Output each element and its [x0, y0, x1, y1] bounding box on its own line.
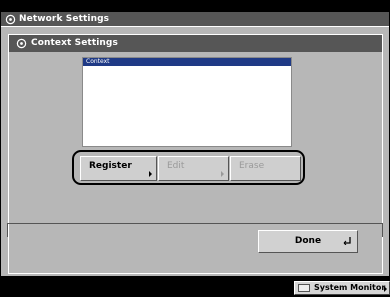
arrow-right-icon [384, 286, 387, 292]
monitor-icon [298, 284, 310, 292]
arrow-right-icon [221, 171, 224, 177]
divider [8, 223, 382, 224]
enter-return-icon [343, 237, 351, 245]
settings-gear-icon [5, 14, 16, 25]
register-label: Register [89, 161, 132, 171]
window-title-bar: Network Settings [1, 12, 389, 27]
edit-button[interactable]: Edit [158, 156, 229, 181]
erase-label: Erase [239, 161, 265, 171]
erase-button[interactable]: Erase [230, 156, 301, 181]
screen: Network Settings Context Settings Contex… [0, 0, 390, 297]
system-monitor-label: System Monitor [314, 283, 386, 292]
settings-gear-icon [16, 38, 27, 49]
register-button[interactable]: Register [80, 156, 157, 181]
panel-title: Context Settings [31, 38, 118, 48]
done-label: Done [294, 236, 322, 246]
divider-tick [7, 223, 8, 237]
context-list-header: Context [83, 58, 291, 66]
divider-tick [382, 223, 383, 237]
arrow-right-icon [149, 171, 152, 177]
panel-title-bar: Context Settings [9, 35, 382, 52]
context-list[interactable]: Context [82, 57, 292, 147]
window-title: Network Settings [19, 14, 110, 24]
system-monitor-button[interactable]: System Monitor [294, 281, 390, 295]
edit-label: Edit [167, 161, 185, 171]
done-button[interactable]: Done [258, 230, 358, 253]
